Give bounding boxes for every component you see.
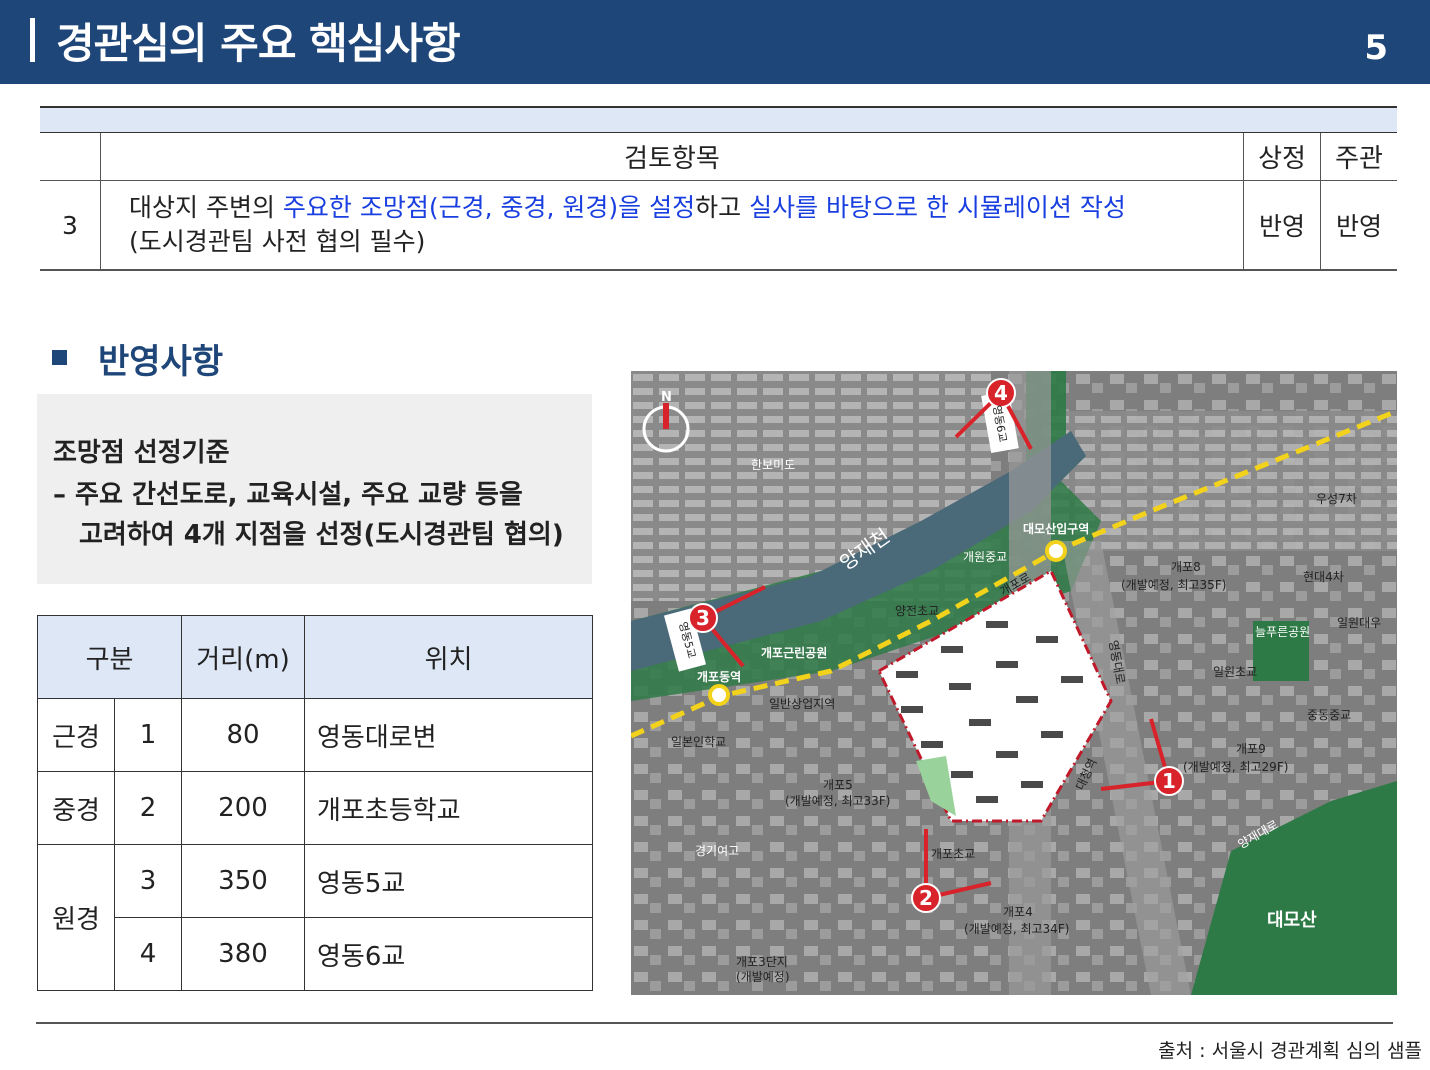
row-distance: 80 <box>181 698 305 772</box>
viewpoint-table: 구분 거리(m) 위치 근경 1 80 영동대로변 중경 2 200 개포초등학… <box>37 615 593 991</box>
criteria-box: 조망점 선정기준 – 주요 간선도로, 교육시설, 주요 교량 등을 고려하여 … <box>37 394 592 584</box>
marker-2-label: 2 <box>919 886 933 910</box>
row-type: 원경 <box>37 844 115 991</box>
row-location: 영동6교 <box>304 917 593 991</box>
header-type: 구분 <box>37 615 182 699</box>
header-distance: 거리(m) <box>181 615 305 699</box>
criteria-line-1: – 주요 간선도로, 교육시설, 주요 교량 등을 <box>53 480 523 510</box>
row-number: 3 <box>114 844 182 918</box>
marker-4-label: 4 <box>994 381 1008 405</box>
header-col2: 주관 <box>1320 132 1397 181</box>
page-number: 5 <box>1364 28 1388 68</box>
daemosan-station-icon <box>1045 540 1067 562</box>
map-label-hanbo: 한보미도 <box>751 458 795 472</box>
site-map-svg: 1 2 3 4 N 한보미도 양재천 대모산입구역 개원중교 개포8 (개발예정… <box>631 371 1397 995</box>
map-label-kyunggi: 경기여고 <box>695 844 739 858</box>
map-label-gaepo-park: 개포근린공원 <box>761 645 827 660</box>
marker-1-label: 1 <box>1162 769 1176 793</box>
square-bullet-icon <box>52 350 67 365</box>
row-distance: 380 <box>181 917 305 991</box>
map-label-daemosan: 대모산 <box>1267 910 1317 931</box>
source-note: 출처 : 서울시 경관계획 심의 샘플 <box>1158 1040 1422 1062</box>
review-table-row: 3 대상지 주변의 주요한 조망점(근경, 중경, 원경)을 설정하고 실사를 … <box>40 180 1397 271</box>
map-label-green-park: 늘푸른공원 <box>1255 625 1310 639</box>
row-number: 2 <box>114 771 182 845</box>
header-number-cell <box>40 132 101 181</box>
row-number: 4 <box>114 917 182 991</box>
gaepo-station-icon <box>708 684 730 706</box>
header-location: 위치 <box>304 615 593 699</box>
row-location: 영동5교 <box>304 844 593 918</box>
row-type: 근경 <box>37 698 115 772</box>
marker-3-label: 3 <box>696 606 710 630</box>
row-col2: 반영 <box>1320 180 1397 271</box>
desc-part-4: 실사를 바탕으로 한 시뮬레이션 작성 <box>749 193 1126 222</box>
map-label-gaepo5-sub: (개발예정, 최고33F) <box>785 794 890 808</box>
map-label-ilwon-es: 일원초교 <box>1213 665 1257 679</box>
map-label-gaepo3-sub: (개발예정) <box>736 970 790 984</box>
desc-part-2: 주요한 조망점(근경, 중경, 원경)을 설정 <box>282 193 696 222</box>
map-label-gaepo8-sub: (개발예정, 최고35F) <box>1121 578 1226 592</box>
map-label-north: N <box>661 390 672 405</box>
table-row: 원경 3 350 영동5교 <box>37 844 593 991</box>
review-table: 검토항목 상정 주관 3 대상지 주변의 주요한 조망점(근경, 중경, 원경)… <box>40 106 1397 271</box>
review-table-band <box>40 106 1397 133</box>
row-location: 영동대로변 <box>304 698 593 772</box>
map-label-gaepo4-sub: (개발예정, 최고34F) <box>964 922 1069 936</box>
row-col1: 반영 <box>1243 180 1321 271</box>
map-label-ilwon-daewoo: 일원대우 <box>1337 616 1381 630</box>
table-row: 4 380 영동6교 <box>38 917 593 991</box>
criteria-line-2: 고려하여 4개 지점을 선정(도시경관팀 협의) <box>79 520 564 550</box>
table-row: 근경 1 80 영동대로변 <box>37 698 593 772</box>
row-number: 3 <box>40 180 101 271</box>
review-table-header: 검토항목 상정 주관 <box>40 132 1397 181</box>
map-label-gaepo5: 개포5 <box>823 778 853 792</box>
row-type: 중경 <box>37 771 115 845</box>
title-bar-accent <box>30 18 35 62</box>
header-col1: 상정 <box>1243 132 1321 181</box>
header-item: 검토항목 <box>100 132 1244 181</box>
map-label-hyundai: 현대4차 <box>1303 570 1344 584</box>
table-row: 중경 2 200 개포초등학교 <box>37 771 593 845</box>
map-label-gaepo3: 개포3단지 <box>736 955 788 969</box>
row-location: 개포초등학교 <box>304 771 593 845</box>
header-bar: 경관심의 주요 핵심사항 5 <box>0 0 1430 84</box>
map-label-jungdong: 중동중교 <box>1307 708 1351 722</box>
desc-part-3: 하고 <box>695 193 750 222</box>
map-label-gaepo4: 개포4 <box>1003 905 1033 919</box>
criteria-title: 조망점 선정기준 <box>53 438 230 468</box>
row-number: 1 <box>114 698 182 772</box>
map-label-yangjeon: 양전초교 <box>895 604 939 618</box>
map-label-gaepo9-sub: (개발예정, 최고29F) <box>1183 760 1288 774</box>
bottom-divider <box>36 1022 1393 1024</box>
section-title: 반영사항 <box>98 342 224 382</box>
page-title: 경관심의 주요 핵심사항 <box>56 19 461 68</box>
map-label-daemosan-gu: 대모산입구역 <box>1023 521 1089 536</box>
map-label-woosung: 우성7차 <box>1316 492 1357 506</box>
map-label-gaepo9: 개포9 <box>1236 742 1266 756</box>
desc-part-1: 대상지 주변의 <box>129 193 283 222</box>
row-distance: 350 <box>181 844 305 918</box>
map-label-gaepo-es: 개포초교 <box>931 847 975 861</box>
map-label-commercial: 일반상업지역 <box>769 697 835 711</box>
site-map: 1 2 3 4 N 한보미도 양재천 대모산입구역 개원중교 개포8 (개발예정… <box>631 371 1397 995</box>
map-label-gaepo8: 개포8 <box>1171 560 1201 574</box>
map-label-gaepo-station: 개포동역 <box>697 669 741 684</box>
map-label-japanese-school: 일본인학교 <box>671 735 726 749</box>
row-distance: 200 <box>181 771 305 845</box>
map-label-gaewon-ms: 개원중교 <box>963 550 1007 564</box>
viewpoint-table-header: 구분 거리(m) 위치 <box>37 615 593 699</box>
row-description: 대상지 주변의 주요한 조망점(근경, 중경, 원경)을 설정하고 실사를 바탕… <box>100 180 1244 271</box>
desc-line-2: (도시경관팀 사전 협의 필수) <box>129 227 426 256</box>
